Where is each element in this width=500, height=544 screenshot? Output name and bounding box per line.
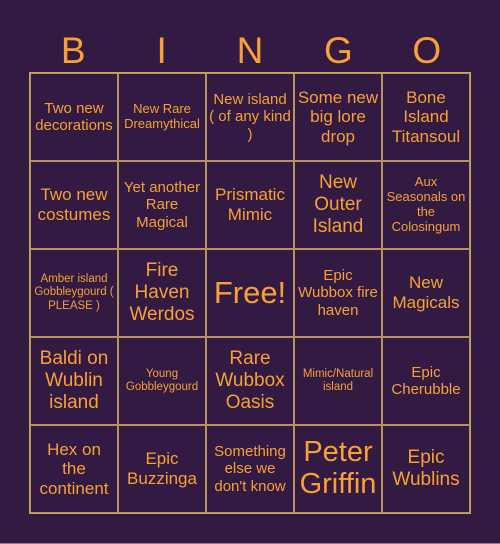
cell-text: Amber island Gobbleygourd ( PLEASE ) bbox=[34, 273, 114, 312]
bingo-cell[interactable]: Some new big lore drop bbox=[294, 73, 382, 161]
cell-text: New Outer Island bbox=[312, 172, 364, 237]
header-letter-n: N bbox=[236, 30, 264, 71]
cell-text: Epic Wubbox fire haven bbox=[298, 267, 378, 319]
bingo-cell[interactable]: Peter Griffin bbox=[294, 425, 382, 513]
cell-text: Mimic/Natural island bbox=[302, 367, 374, 393]
cell-text: Two new decorations bbox=[35, 99, 113, 134]
bingo-header: B I N G O bbox=[29, 30, 471, 72]
cell-text: Fire Haven Werdos bbox=[129, 260, 195, 325]
bingo-cell[interactable]: Prismatic Mimic bbox=[206, 161, 294, 249]
bingo-cell[interactable]: Aux Seasonals on the Colosingum bbox=[382, 161, 470, 249]
cell-text: New Rare Dreamythical bbox=[124, 101, 200, 131]
header-letter-g: G bbox=[324, 30, 353, 71]
bingo-cell[interactable]: Fire Haven Werdos bbox=[118, 249, 206, 337]
cell-text: Prismatic Mimic bbox=[215, 185, 285, 224]
bingo-cell[interactable]: New Rare Dreamythical bbox=[118, 73, 206, 161]
cell-text: Baldi on Wublin island bbox=[39, 348, 109, 413]
cell-text: Free! bbox=[213, 275, 287, 311]
cell-text: Rare Wubbox Oasis bbox=[215, 348, 285, 413]
cell-text: Two new costumes bbox=[37, 185, 111, 224]
bingo-cell[interactable]: Epic Cherubble bbox=[382, 337, 470, 425]
free-space-cell[interactable]: Free! bbox=[206, 249, 294, 337]
cell-text: Epic Wublins bbox=[392, 447, 460, 490]
bingo-cell[interactable]: Young Gobbleygourd bbox=[118, 337, 206, 425]
cell-text: Bone Island Titansoul bbox=[391, 87, 461, 146]
cell-text: New Magicals bbox=[392, 273, 460, 312]
bingo-cell[interactable]: Mimic/Natural island bbox=[294, 337, 382, 425]
bingo-cell[interactable]: Hex on the continent bbox=[30, 425, 118, 513]
header-letter-o: O bbox=[412, 30, 442, 71]
bingo-cell[interactable]: Rare Wubbox Oasis bbox=[206, 337, 294, 425]
bingo-cell[interactable]: New island ( of any kind ) bbox=[206, 73, 294, 161]
bingo-cell[interactable]: Something else we don't know bbox=[206, 425, 294, 513]
bingo-cell[interactable]: Two new decorations bbox=[30, 73, 118, 161]
cell-text: Yet another Rare Magical bbox=[123, 179, 201, 231]
bingo-cell[interactable]: New Outer Island bbox=[294, 161, 382, 249]
bingo-cell[interactable]: Epic Buzzinga bbox=[118, 425, 206, 513]
bingo-cell[interactable]: Epic Wubbox fire haven bbox=[294, 249, 382, 337]
cell-text: Hex on the continent bbox=[39, 439, 109, 498]
cell-text: Epic Cherubble bbox=[391, 363, 461, 398]
bingo-cell[interactable]: Amber island Gobbleygourd ( PLEASE ) bbox=[30, 249, 118, 337]
cell-text: Epic Buzzinga bbox=[127, 449, 197, 488]
bingo-cell[interactable]: Yet another Rare Magical bbox=[118, 161, 206, 249]
bingo-cell[interactable]: Epic Wublins bbox=[382, 425, 470, 513]
bingo-cell[interactable]: New Magicals bbox=[382, 249, 470, 337]
cell-text: Some new big lore drop bbox=[297, 87, 379, 146]
cell-text: Something else we don't know bbox=[214, 443, 286, 495]
cell-text: Young Gobbleygourd bbox=[125, 367, 199, 393]
bingo-card: Two new decorations New Rare Dreamythical… bbox=[29, 72, 471, 514]
cell-text: Aux Seasonals on the Colosingum bbox=[386, 174, 466, 234]
bingo-cell[interactable]: Two new costumes bbox=[30, 161, 118, 249]
cell-text: Peter Griffin bbox=[299, 436, 377, 500]
header-letter-i: I bbox=[156, 30, 167, 71]
bingo-cell[interactable]: Bone Island Titansoul bbox=[382, 73, 470, 161]
cell-text: New island ( of any kind ) bbox=[209, 91, 291, 143]
bingo-cell[interactable]: Baldi on Wublin island bbox=[30, 337, 118, 425]
header-letter-b: B bbox=[60, 30, 86, 71]
